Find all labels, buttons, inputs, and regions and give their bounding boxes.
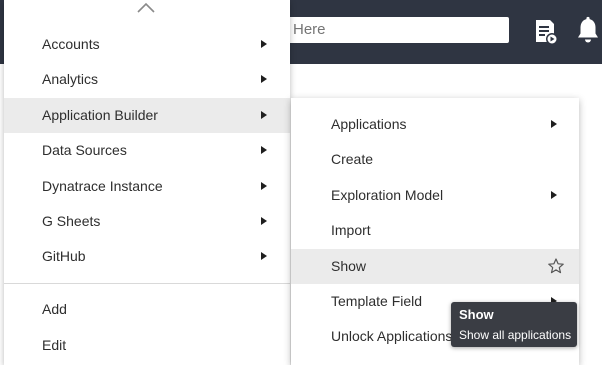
menu-item-label: Application Builder bbox=[42, 107, 158, 123]
menu-item-accounts[interactable]: Accounts bbox=[4, 27, 290, 62]
tooltip-description: Show all applications bbox=[459, 328, 572, 342]
chevron-right-icon bbox=[551, 191, 557, 199]
submenu-item-label: Import bbox=[331, 222, 371, 238]
menu-action-add[interactable]: Add bbox=[4, 292, 290, 327]
menu-action-label: Add bbox=[42, 301, 67, 317]
menu-action-label: Edit bbox=[42, 337, 67, 353]
submenu-item-label: Show bbox=[331, 258, 367, 274]
star-icon[interactable] bbox=[548, 258, 564, 274]
chevron-right-icon bbox=[261, 182, 267, 190]
submenu-item-applications[interactable]: Applications bbox=[291, 107, 579, 142]
tooltip-title: Show bbox=[459, 307, 494, 322]
submenu-item-label: Create bbox=[331, 151, 374, 167]
menu-item-data-sources[interactable]: Data Sources bbox=[4, 133, 290, 168]
chevron-right-icon bbox=[261, 146, 267, 154]
menu-item-g-sheets[interactable]: G Sheets bbox=[4, 204, 290, 239]
menu-divider bbox=[4, 283, 290, 284]
submenu-item-label: Applications bbox=[331, 116, 407, 132]
chevron-right-icon bbox=[551, 120, 557, 128]
menu-item-github[interactable]: GitHub bbox=[4, 239, 290, 274]
main-dropdown-menu: Accounts Analytics Application Builder D… bbox=[4, 0, 290, 365]
submenu-item-import[interactable]: Import bbox=[291, 213, 579, 248]
submenu-item-create[interactable]: Create bbox=[291, 142, 579, 177]
menu-item-label: Dynatrace Instance bbox=[42, 178, 163, 194]
bell-icon[interactable] bbox=[576, 16, 600, 46]
menu-item-label: Analytics bbox=[42, 71, 99, 87]
menu-item-application-builder[interactable]: Application Builder bbox=[4, 98, 290, 133]
chevron-right-icon bbox=[261, 40, 267, 48]
menu-action-edit[interactable]: Edit bbox=[4, 328, 290, 363]
menu-item-label: G Sheets bbox=[42, 213, 101, 229]
menu-item-label: Data Sources bbox=[42, 142, 127, 158]
submenu-item-label: Template Field bbox=[331, 293, 423, 309]
menu-item-label: Accounts bbox=[42, 36, 100, 52]
submenu-item-show[interactable]: Show bbox=[291, 249, 579, 284]
report-icon[interactable] bbox=[533, 18, 559, 46]
menu-item-label: GitHub bbox=[42, 248, 86, 264]
menu-item-analytics[interactable]: Analytics bbox=[4, 62, 290, 97]
chevron-up-icon[interactable] bbox=[137, 2, 155, 13]
show-tooltip: Show Show all applications bbox=[451, 302, 577, 347]
chevron-right-icon bbox=[261, 252, 267, 260]
chevron-right-icon bbox=[261, 217, 267, 225]
submenu-item-label: Unlock Applications bbox=[331, 328, 453, 344]
submenu-item-exploration-model[interactable]: Exploration Model bbox=[291, 178, 579, 213]
search-input[interactable] bbox=[284, 17, 509, 43]
chevron-right-icon bbox=[261, 75, 267, 83]
menu-item-dynatrace-instance[interactable]: Dynatrace Instance bbox=[4, 169, 290, 204]
chevron-right-icon bbox=[261, 111, 267, 119]
submenu-item-label: Exploration Model bbox=[331, 187, 444, 203]
